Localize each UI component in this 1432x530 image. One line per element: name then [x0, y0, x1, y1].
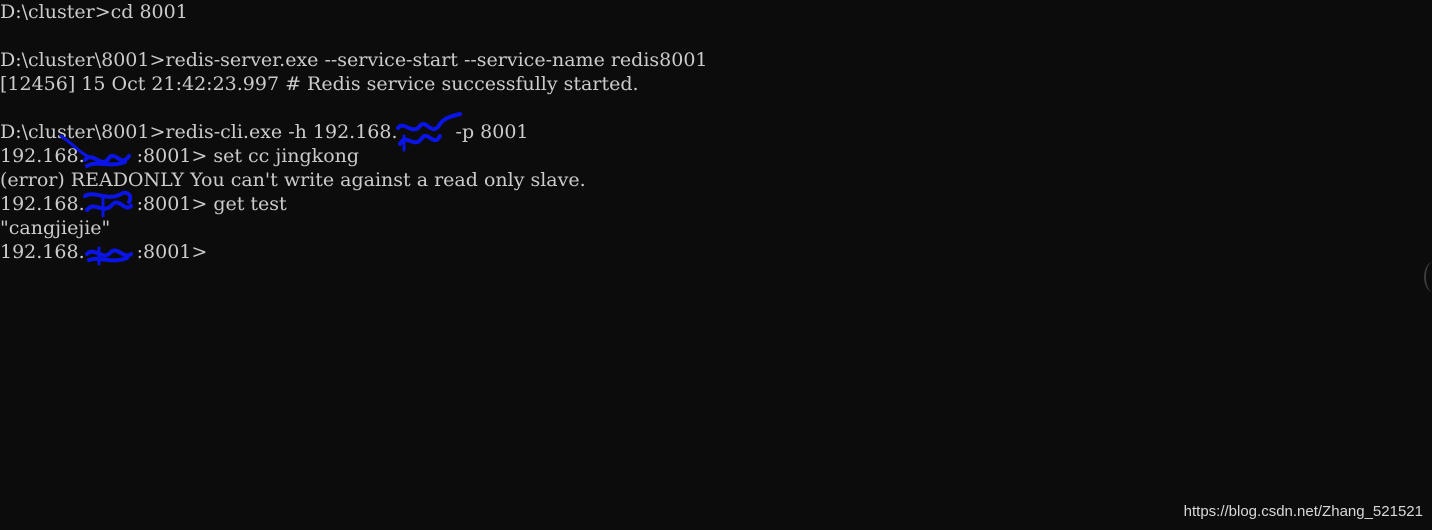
prompt-text: 192.168. [0, 193, 85, 215]
console-output: D:\cluster>cd 8001 D:\cluster\8001>redis… [0, 0, 708, 266]
redaction-scribble [59, 134, 137, 168]
command-text: :8001> set cc jingkong [136, 145, 360, 167]
prompt-text: 192.168. [0, 145, 85, 167]
console-line: D:\cluster\8001>redis-server.exe --servi… [0, 49, 708, 71]
scrollbar-edge[interactable] [1424, 262, 1432, 292]
console-line: 192.168.:8001> [0, 240, 708, 266]
console-line: 192.168. :8001> get test [0, 190, 708, 218]
prompt-text: 192.168. [0, 241, 85, 263]
redaction-scribble [82, 190, 137, 218]
console-line: 192.168. :8001> set cc jingkong [0, 134, 708, 168]
redaction-scribble [84, 240, 137, 266]
redaction-scribble [395, 112, 462, 152]
watermark-text: https://blog.csdn.net/Zhang_521521 [1183, 503, 1423, 520]
console-line: D:\cluster>cd 8001 [0, 1, 188, 23]
console-window[interactable]: D:\cluster>cd 8001 D:\cluster\8001>redis… [0, 0, 1432, 530]
command-text: D:\cluster\8001>redis-cli.exe -h 192.168… [0, 121, 398, 143]
console-line: [12456] 15 Oct 21:42:23.997 # Redis serv… [0, 73, 639, 95]
command-text: :8001> get test [136, 193, 287, 215]
